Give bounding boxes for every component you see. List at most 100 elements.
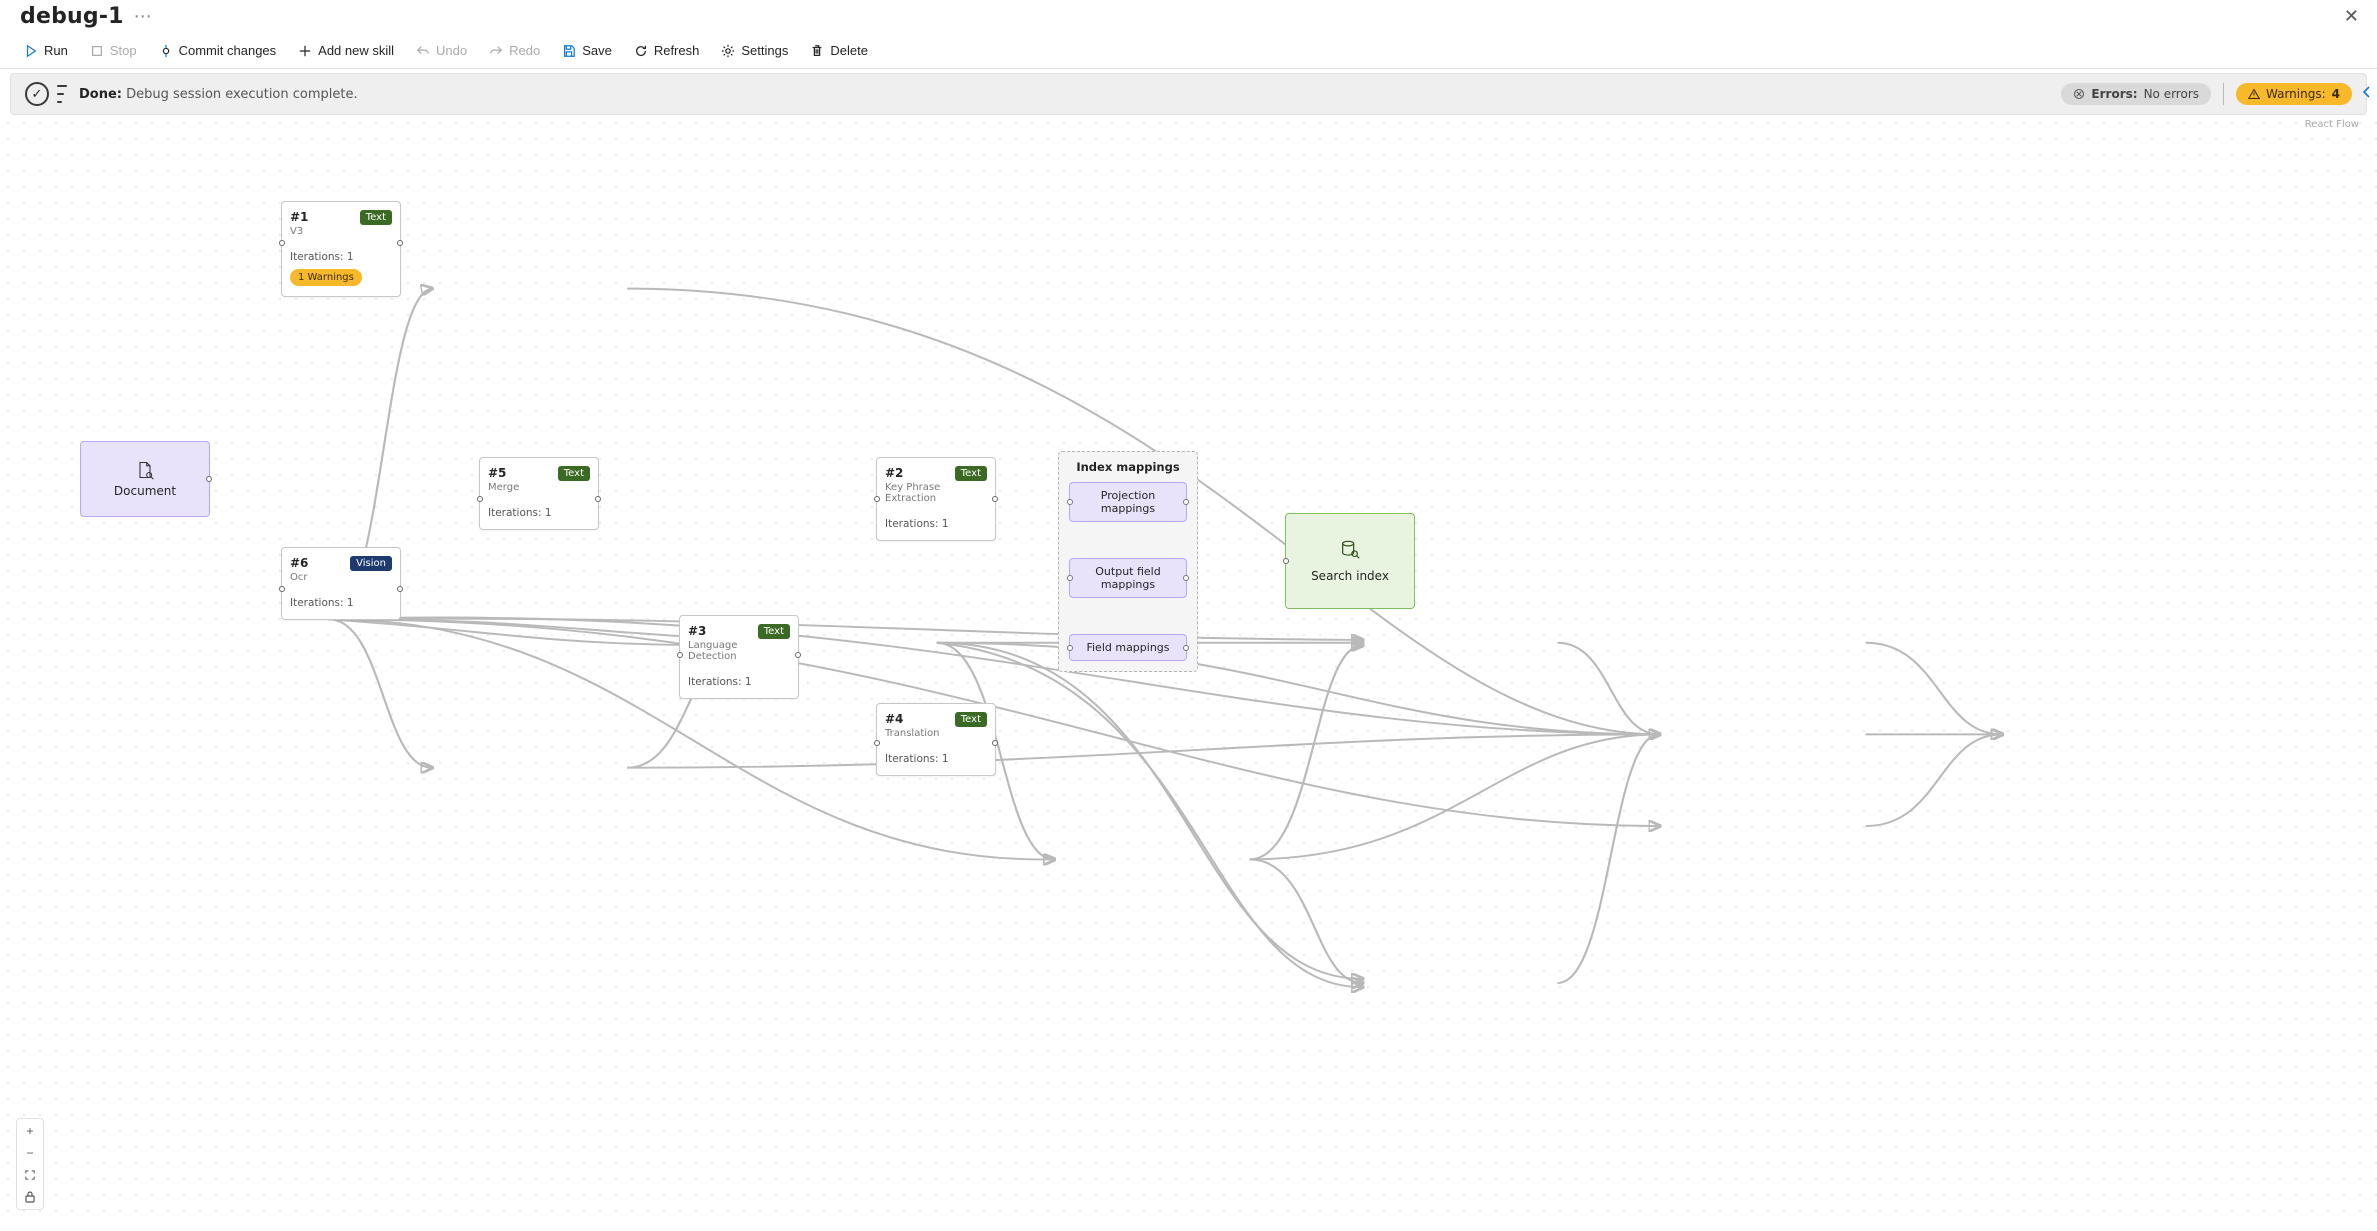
lock-button[interactable] — [19, 1187, 41, 1207]
undo-icon — [416, 44, 430, 58]
document-icon — [135, 460, 155, 480]
node-2[interactable]: #2 Key Phrase Extraction Text Iterations… — [876, 457, 996, 541]
node-4[interactable]: #4 Translation Text Iterations: 1 — [876, 703, 996, 776]
port-out[interactable] — [795, 652, 801, 658]
errors-pill[interactable]: Errors: No errors — [2061, 83, 2211, 105]
graph-canvas[interactable]: React Flow — [0, 115, 2377, 1226]
page-title: debug-1 — [20, 4, 124, 29]
node-1-iterations: Iterations: 1 — [290, 251, 392, 263]
field-mappings[interactable]: Field mappings — [1069, 634, 1187, 661]
commit-icon — [159, 44, 173, 58]
node-search-index[interactable]: Search index — [1285, 513, 1415, 609]
warning-icon — [2248, 88, 2260, 100]
warnings-pill[interactable]: Warnings: 4 — [2236, 83, 2352, 105]
index-mappings-title: Index mappings — [1065, 460, 1191, 474]
canvas-controls: + − — [16, 1118, 44, 1210]
port-in[interactable] — [677, 652, 683, 658]
projection-mappings[interactable]: Projection mappings — [1069, 482, 1187, 522]
node-6-iterations: Iterations: 1 — [290, 597, 392, 609]
port-out[interactable] — [397, 240, 403, 246]
stop-button: Stop — [82, 39, 145, 62]
node-6[interactable]: #6 Ocr Vision Iterations: 1 — [281, 547, 401, 620]
toolbar: Run Stop Commit changes Add new skill Un… — [0, 33, 2377, 69]
node-2-subtitle: Key Phrase Extraction — [885, 482, 955, 504]
port-out[interactable] — [992, 496, 998, 502]
save-button[interactable]: Save — [554, 39, 620, 62]
node-1-number: #1 — [290, 210, 308, 224]
trash-icon — [810, 44, 824, 58]
index-mappings-panel: Index mappings Projection mappings Outpu… — [1058, 451, 1198, 672]
node-5-iterations: Iterations: 1 — [488, 507, 590, 519]
port-out[interactable] — [1183, 645, 1189, 651]
stop-icon — [90, 44, 104, 58]
field-mappings-label: Field mappings — [1086, 641, 1169, 654]
port-out[interactable] — [1183, 499, 1189, 505]
commit-button[interactable]: Commit changes — [151, 39, 285, 62]
node-5-subtitle: Merge — [488, 482, 519, 493]
node-3-subtitle: Language Detection — [688, 640, 758, 662]
check-circle-icon — [25, 82, 49, 106]
run-label: Run — [44, 43, 68, 58]
run-button[interactable]: Run — [16, 39, 76, 62]
badge-text: Text — [360, 210, 392, 225]
node-3-number: #3 — [688, 624, 758, 638]
add-skill-button[interactable]: Add new skill — [290, 39, 402, 62]
port-out[interactable] — [1183, 575, 1189, 581]
more-icon[interactable]: ⋯ — [134, 8, 152, 26]
errors-value: No errors — [2144, 87, 2199, 101]
database-search-icon — [1339, 539, 1361, 561]
settings-button[interactable]: Settings — [713, 39, 796, 62]
zoom-in-button[interactable]: + — [19, 1121, 41, 1141]
node-5-number: #5 — [488, 466, 519, 480]
errors-label: Errors: — [2091, 87, 2137, 101]
output-field-mappings[interactable]: Output field mappings — [1069, 558, 1187, 598]
refresh-icon — [634, 44, 648, 58]
output-field-mappings-label: Output field mappings — [1095, 565, 1160, 591]
node-3[interactable]: #3 Language Detection Text Iterations: 1 — [679, 615, 799, 699]
status-text: Done: Debug session execution complete. — [79, 87, 358, 102]
node-5[interactable]: #5 Merge Text Iterations: 1 — [479, 457, 599, 530]
node-document[interactable]: Document — [80, 441, 210, 517]
fit-view-button[interactable] — [19, 1165, 41, 1185]
port-in[interactable] — [477, 496, 483, 502]
zoom-out-button[interactable]: − — [19, 1143, 41, 1163]
delete-button[interactable]: Delete — [802, 39, 876, 62]
warnings-label: Warnings: — [2266, 87, 2326, 101]
port-in[interactable] — [1067, 575, 1073, 581]
commit-label: Commit changes — [179, 43, 277, 58]
port-in[interactable] — [1067, 645, 1073, 651]
play-icon — [24, 44, 38, 58]
close-icon[interactable]: ✕ — [2344, 6, 2359, 27]
save-label: Save — [582, 43, 612, 58]
port-out[interactable] — [595, 496, 601, 502]
port-in[interactable] — [1067, 499, 1073, 505]
lock-icon — [25, 1191, 35, 1203]
undo-button: Undo — [408, 39, 475, 62]
port-out[interactable] — [397, 586, 403, 592]
delete-label: Delete — [830, 43, 868, 58]
node-1-warning-badge: 1 Warnings — [290, 269, 362, 286]
badge-text: Text — [558, 466, 590, 481]
port-in[interactable] — [279, 586, 285, 592]
port-in[interactable] — [279, 240, 285, 246]
node-1-subtitle: V3 — [290, 226, 308, 237]
port-out[interactable] — [206, 476, 212, 482]
port-in[interactable] — [874, 740, 880, 746]
port-out[interactable] — [992, 740, 998, 746]
port-in[interactable] — [1283, 558, 1289, 564]
list-icon — [57, 85, 67, 103]
collapse-panel-button[interactable] — [2355, 77, 2377, 107]
chevron-left-icon — [2361, 85, 2373, 99]
refresh-label: Refresh — [654, 43, 700, 58]
node-document-label: Document — [114, 484, 176, 498]
warnings-value: 4 — [2332, 87, 2340, 101]
node-4-subtitle: Translation — [885, 728, 940, 739]
node-1[interactable]: #1 V3 Text Iterations: 1 1 Warnings — [281, 201, 401, 297]
node-6-subtitle: Ocr — [290, 572, 308, 583]
node-6-number: #6 — [290, 556, 308, 570]
port-in[interactable] — [874, 496, 880, 502]
badge-text: Text — [955, 712, 987, 727]
refresh-button[interactable]: Refresh — [626, 39, 708, 62]
save-icon — [562, 44, 576, 58]
node-2-number: #2 — [885, 466, 955, 480]
